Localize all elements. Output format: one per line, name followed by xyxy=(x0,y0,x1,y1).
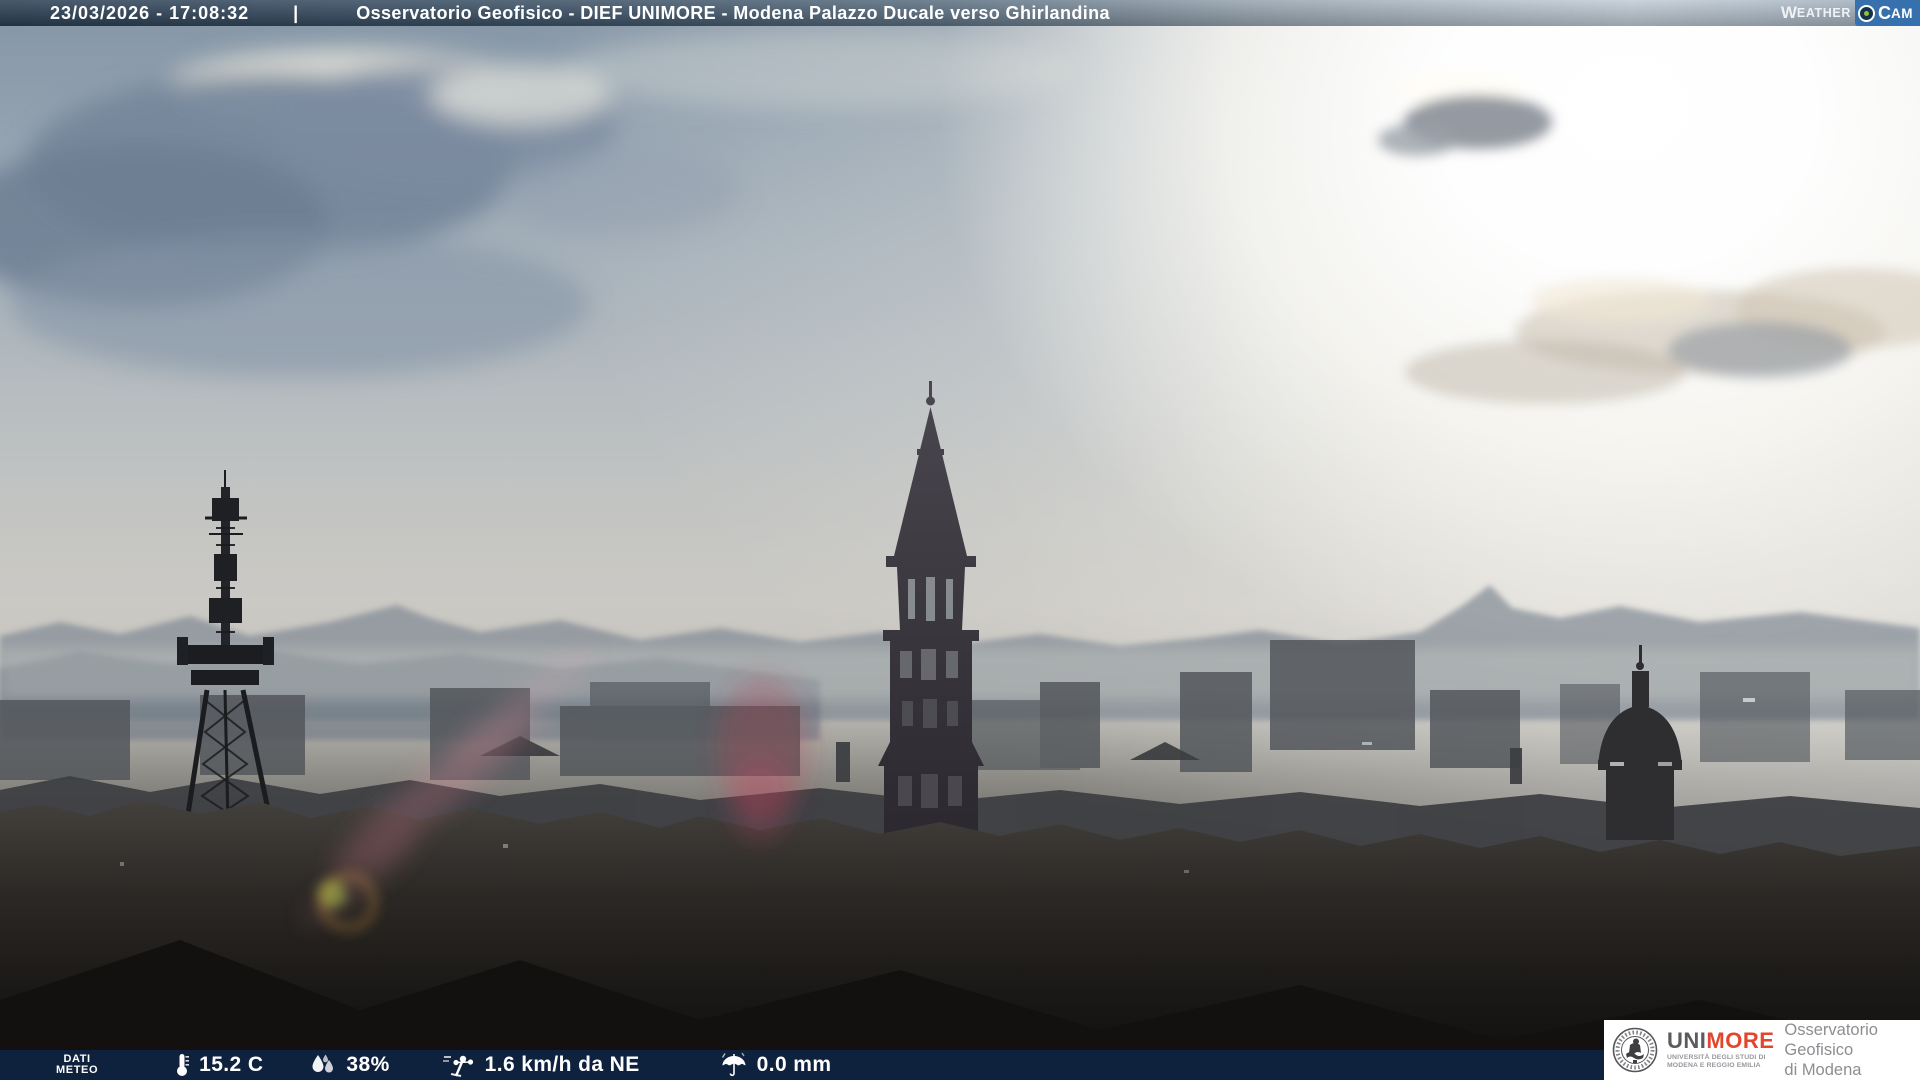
anemometer-icon xyxy=(442,1055,473,1077)
rain-reading: 0.0 mm xyxy=(720,1052,832,1078)
wind-reading: 1.6 km/h da NE xyxy=(442,1052,640,1078)
unimore-wordmark: UNIMORE UNIVERSITÀ DEGLI STUDI DI MODENA… xyxy=(1667,1028,1775,1070)
rain-umbrella-icon xyxy=(721,1052,746,1077)
weathercam-cam-box: C AM xyxy=(1855,0,1920,26)
datetime-text: 23/03/2026 - 17:08:32 xyxy=(50,2,250,23)
weathercam-logo[interactable]: W EATHER C AM xyxy=(1781,0,1920,26)
city-panorama xyxy=(0,32,1920,1080)
thermometer-icon xyxy=(177,1054,190,1076)
webcam-title: Osservatorio Geofisico - DIEF UNIMORE - … xyxy=(356,2,1110,23)
separator: | xyxy=(293,2,299,23)
meteo-bar-label: DATI METEO xyxy=(56,1053,99,1076)
humidity-drops-icon xyxy=(312,1054,334,1073)
humidity-reading: 38% xyxy=(309,1053,389,1077)
temperature-reading: 15.2 C xyxy=(174,1052,263,1078)
weathercam-lens-icon xyxy=(1858,4,1875,22)
clouds-right xyxy=(1405,268,1920,404)
webcam-frame: 23/03/2026 - 17:08:32 | Osservatorio Geo… xyxy=(0,0,1920,1080)
unimore-seal-icon xyxy=(1612,1027,1658,1073)
cloud-mass-top-left xyxy=(0,32,1080,377)
observatory-name: Osservatorio Geofisico di Modena xyxy=(1784,1021,1878,1079)
cloud-near-sun xyxy=(1378,72,1552,156)
unimore-logo-box[interactable]: UNIMORE UNIVERSITÀ DEGLI STUDI DI MODENA… xyxy=(1604,1020,1920,1080)
timestamp-title-bar: 23/03/2026 - 17:08:32 | Osservatorio Geo… xyxy=(0,0,1920,26)
weathercam-word: W xyxy=(1780,3,1797,22)
